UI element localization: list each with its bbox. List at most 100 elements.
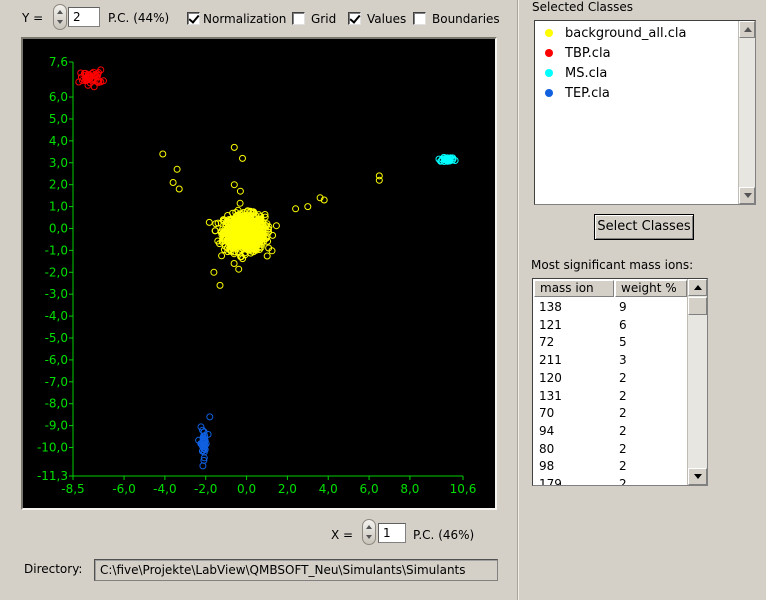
- y-tick-label: 5,0: [49, 112, 68, 126]
- grid-label: Grid: [311, 12, 337, 26]
- cell-weight: 3: [619, 353, 627, 368]
- y-tick-label: 4,0: [49, 134, 68, 148]
- mass-ions-table[interactable]: mass ion weight % 138 9 121 6 72 5 211 3 120 2 131…: [532, 278, 708, 486]
- x-tick-label: -6,0: [112, 482, 135, 496]
- x-spinner[interactable]: [362, 519, 376, 545]
- y-tick-label: 2,0: [49, 178, 68, 192]
- cell-weight: 2: [619, 388, 627, 403]
- select-classes-button[interactable]: Select Classes: [594, 214, 694, 240]
- cell-mass-ion: 131: [539, 388, 562, 403]
- x-axis-label: X =: [331, 528, 354, 542]
- spin-down-icon[interactable]: [366, 535, 372, 539]
- normalization-label: Normalization: [203, 12, 287, 26]
- cell-weight: 2: [619, 406, 627, 421]
- data-point: [199, 462, 207, 470]
- data-point: [210, 268, 218, 276]
- cell-mass-ion: 70: [539, 406, 555, 421]
- data-point: [230, 260, 238, 267]
- values-label: Values: [367, 12, 407, 26]
- data-point: [211, 227, 219, 235]
- y-tick-label: 3,0: [49, 156, 68, 170]
- class-item[interactable]: MS.cla: [545, 63, 607, 83]
- series-MS.cla: [435, 153, 459, 165]
- cell-mass-ion: 211: [539, 353, 562, 368]
- cell-weight: 2: [619, 423, 627, 438]
- col-header-weight[interactable]: weight %: [615, 280, 687, 297]
- cell-mass-ion: 98: [539, 459, 555, 474]
- scroll-up-button[interactable]: [739, 21, 755, 38]
- spin-down-icon[interactable]: [57, 20, 63, 24]
- cell-weight: 2: [619, 477, 627, 486]
- x-tick-label: -2,0: [194, 482, 217, 496]
- x-tick-label: -4,0: [153, 482, 176, 496]
- y-tick-label: -10,0: [37, 441, 68, 455]
- data-point: [239, 154, 246, 162]
- x-tick-label: -8,5: [61, 482, 84, 496]
- data-point: [236, 199, 244, 207]
- y-tick-label: -3,0: [45, 287, 68, 301]
- y-pc-label: P.C. (44%): [108, 11, 170, 25]
- class-item[interactable]: TEP.cla: [545, 83, 610, 103]
- cell-mass-ion: 179: [539, 477, 562, 486]
- data-point: [272, 222, 280, 230]
- axes: [72, 62, 463, 477]
- values-checkbox[interactable]: [348, 12, 361, 25]
- grid-checkbox[interactable]: [292, 12, 305, 25]
- y-tick-label: 1,0: [49, 200, 68, 214]
- scatter-plot[interactable]: 7,6 6,0 5,0 4,0 3,0 2,0 1,0 0,0 -1,0 -2,0 -3,0 -4,0…: [21, 37, 497, 510]
- y-tick-label: -7,0: [45, 375, 68, 389]
- class-item-label: TBP.cla: [565, 45, 611, 61]
- data-point: [263, 252, 271, 260]
- class-color-dot: [545, 89, 553, 97]
- cell-weight: 2: [619, 441, 627, 456]
- class-color-dot: [545, 29, 553, 37]
- x-tick-label: 10,6: [450, 482, 477, 496]
- series-background_all.cla: [159, 143, 383, 289]
- scroll-up-button[interactable]: [688, 279, 707, 296]
- y-tick-label: -5,0: [45, 331, 68, 345]
- class-item-label: background_all.cla: [565, 25, 687, 41]
- y-pc-input[interactable]: 2: [68, 7, 100, 27]
- scroll-down-button[interactable]: [739, 187, 755, 204]
- selected-classes-list[interactable]: background_all.cla TBP.cla MS.cla TEP.cl…: [534, 20, 756, 205]
- scroll-down-button[interactable]: [688, 468, 707, 485]
- series-TBP.cla: [75, 66, 107, 91]
- spin-up-icon[interactable]: [57, 10, 63, 14]
- y-spinner[interactable]: [53, 4, 67, 30]
- data-point: [216, 281, 224, 289]
- class-item[interactable]: background_all.cla: [545, 23, 686, 43]
- class-color-dot: [545, 69, 553, 77]
- x-tick-label: 6,0: [360, 482, 379, 496]
- col-header-mass-ion[interactable]: mass ion: [534, 280, 614, 297]
- x-pc-input[interactable]: 1: [378, 523, 406, 543]
- arrow-down-icon: [694, 474, 702, 479]
- boundaries-checkbox[interactable]: [413, 12, 426, 25]
- cell-mass-ion: 72: [539, 335, 555, 350]
- y-tick-label: -8,0: [45, 397, 68, 411]
- data-point: [304, 203, 312, 211]
- directory-label: Directory:: [24, 562, 83, 576]
- data-point: [235, 265, 243, 273]
- y-tick-label: 7,6: [49, 55, 68, 69]
- data-point: [375, 176, 383, 184]
- cell-mass-ion: 80: [539, 441, 555, 456]
- cell-weight: 5: [619, 335, 627, 350]
- scroll-thumb[interactable]: [688, 297, 707, 315]
- class-item[interactable]: TBP.cla: [545, 43, 611, 63]
- panel-divider: [517, 0, 519, 600]
- spin-up-icon[interactable]: [366, 525, 372, 529]
- class-item-label: TEP.cla: [565, 85, 610, 101]
- cell-weight: 2: [619, 370, 627, 385]
- mass-ions-scrollbar[interactable]: [687, 279, 707, 485]
- x-tick-label: 0,0: [237, 482, 256, 496]
- directory-field[interactable]: C:\five\Projekte\LabView\QMBSOFT_Neu\Sim…: [94, 559, 498, 581]
- selected-classes-title: Selected Classes: [532, 0, 634, 14]
- classes-scrollbar[interactable]: [738, 21, 755, 204]
- boundaries-label: Boundaries: [432, 12, 500, 26]
- normalization-checkbox[interactable]: [187, 12, 200, 25]
- data-point: [173, 165, 181, 173]
- x-tick-label: 8,0: [400, 482, 419, 496]
- data-point: [292, 205, 300, 213]
- data-point: [159, 150, 167, 158]
- data-point: [230, 143, 238, 151]
